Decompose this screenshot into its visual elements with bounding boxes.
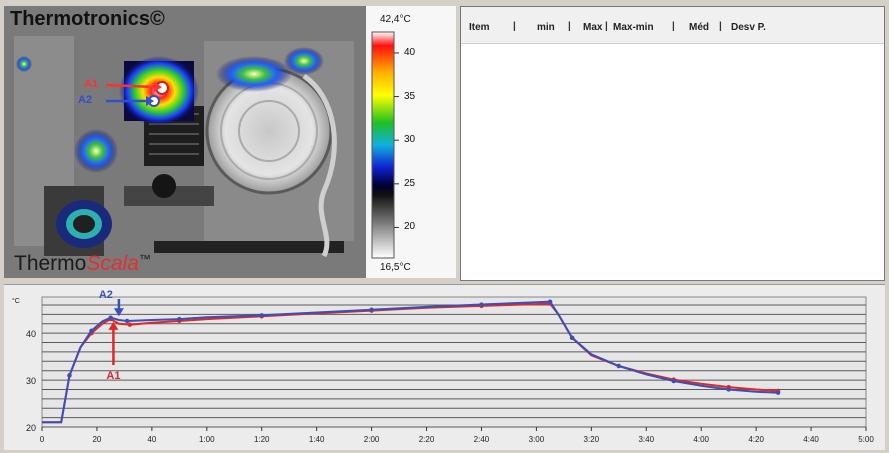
x-tick-label: 3:00 [529,435,545,444]
col-min[interactable]: min [537,22,555,33]
x-tick-label: 2:40 [474,435,490,444]
y-tick-label: 40 [26,329,36,339]
x-tick-label: 20 [92,435,101,444]
brand-logo-bottom: ThermoScala™ [14,252,151,276]
x-tick-label: 3:20 [584,435,600,444]
point-a1-label: A1 [84,78,99,90]
brand-logo-top: Thermotronics© [10,8,165,30]
statistics-table[interactable]: Item | min | Max | Max-min | Méd | Desv … [460,6,885,281]
col-med[interactable]: Méd [689,22,709,33]
brand-word-scala: Scala [86,252,139,275]
annotation-label-a2: A2 [99,289,113,301]
scale-max-label: 42,4°C [380,14,411,25]
x-tick-label: 5:00 [858,435,874,444]
data-point-a2 [259,313,264,318]
table-header: Item | min | Max | Max-min | Méd | Desv … [461,7,884,44]
y-axis-label: °C [12,297,20,305]
data-point-a2 [616,363,621,369]
col-item[interactable]: Item [469,22,490,33]
col-max-min[interactable]: Max-min [613,22,654,33]
data-point-a2 [124,318,130,324]
col-desv-p[interactable]: Desv P. [731,22,766,33]
x-tick-label: 2:00 [364,435,380,444]
x-tick-label: 2:20 [419,435,435,444]
x-tick-label: 1:20 [254,435,270,444]
data-point-a2 [369,307,374,312]
x-tick-label: 0 [40,435,45,444]
brand-word-thermo: Thermo [14,252,87,275]
annotation-label-a1: A1 [106,370,120,382]
x-tick-label: 4:40 [803,435,819,444]
y-tick-label: 20 [26,423,36,433]
temperature-chart[interactable]: 20 30 40 °C 0 20 40 1:00 1:20 1:40 2:00 2:20 2:40 3:0… [4,284,885,450]
scale-tick-label: 30 [404,134,416,146]
scale-min-label: 16,5°C [380,262,411,273]
data-point-a2 [547,299,553,304]
col-separator: | [672,21,675,32]
x-tick-label: 1:40 [309,435,325,444]
scale-tick-label: 25 [404,177,416,189]
x-tick-label: 4:20 [748,435,764,444]
x-tick-label: 1:00 [199,435,215,444]
thermal-image-canvas [4,6,366,278]
scale-tick-label: 40 [404,46,416,58]
plot-area [41,296,867,428]
col-separator: | [513,21,516,32]
col-separator: | [605,21,608,32]
y-tick-label: 30 [26,376,36,386]
x-tick-label: 4:00 [693,435,709,444]
data-point-a2 [479,302,484,307]
scale-tick-label: 20 [404,221,416,233]
col-separator: | [568,21,571,32]
chart-canvas: 20 30 40 °C 0 20 40 1:00 1:20 1:40 2:00 2:20 2:40 3:0… [12,289,874,444]
data-point-a1 [127,322,133,327]
col-separator: | [719,21,722,32]
data-point-a2 [89,328,94,334]
col-max[interactable]: Max [583,22,602,33]
thermal-image[interactable]: Thermotronics© ThermoScala™ A1 A2 [4,6,366,278]
brand-trademark: ™ [138,252,151,266]
data-point-a2 [569,335,575,341]
x-tick-label: 3:40 [638,435,654,444]
point-a2-label: A2 [78,94,93,106]
x-tick-label: 40 [147,435,156,444]
color-scale-panel: 42,4°C 16,5°C 40 35 30 25 20 [366,6,456,278]
data-point-a2 [775,390,781,395]
data-point-a2 [671,378,676,384]
data-point-a2 [726,387,731,392]
data-point-a2 [67,373,72,378]
scale-tick-label: 35 [404,90,416,102]
data-point-a2 [108,315,113,320]
data-point-a2 [177,316,182,322]
